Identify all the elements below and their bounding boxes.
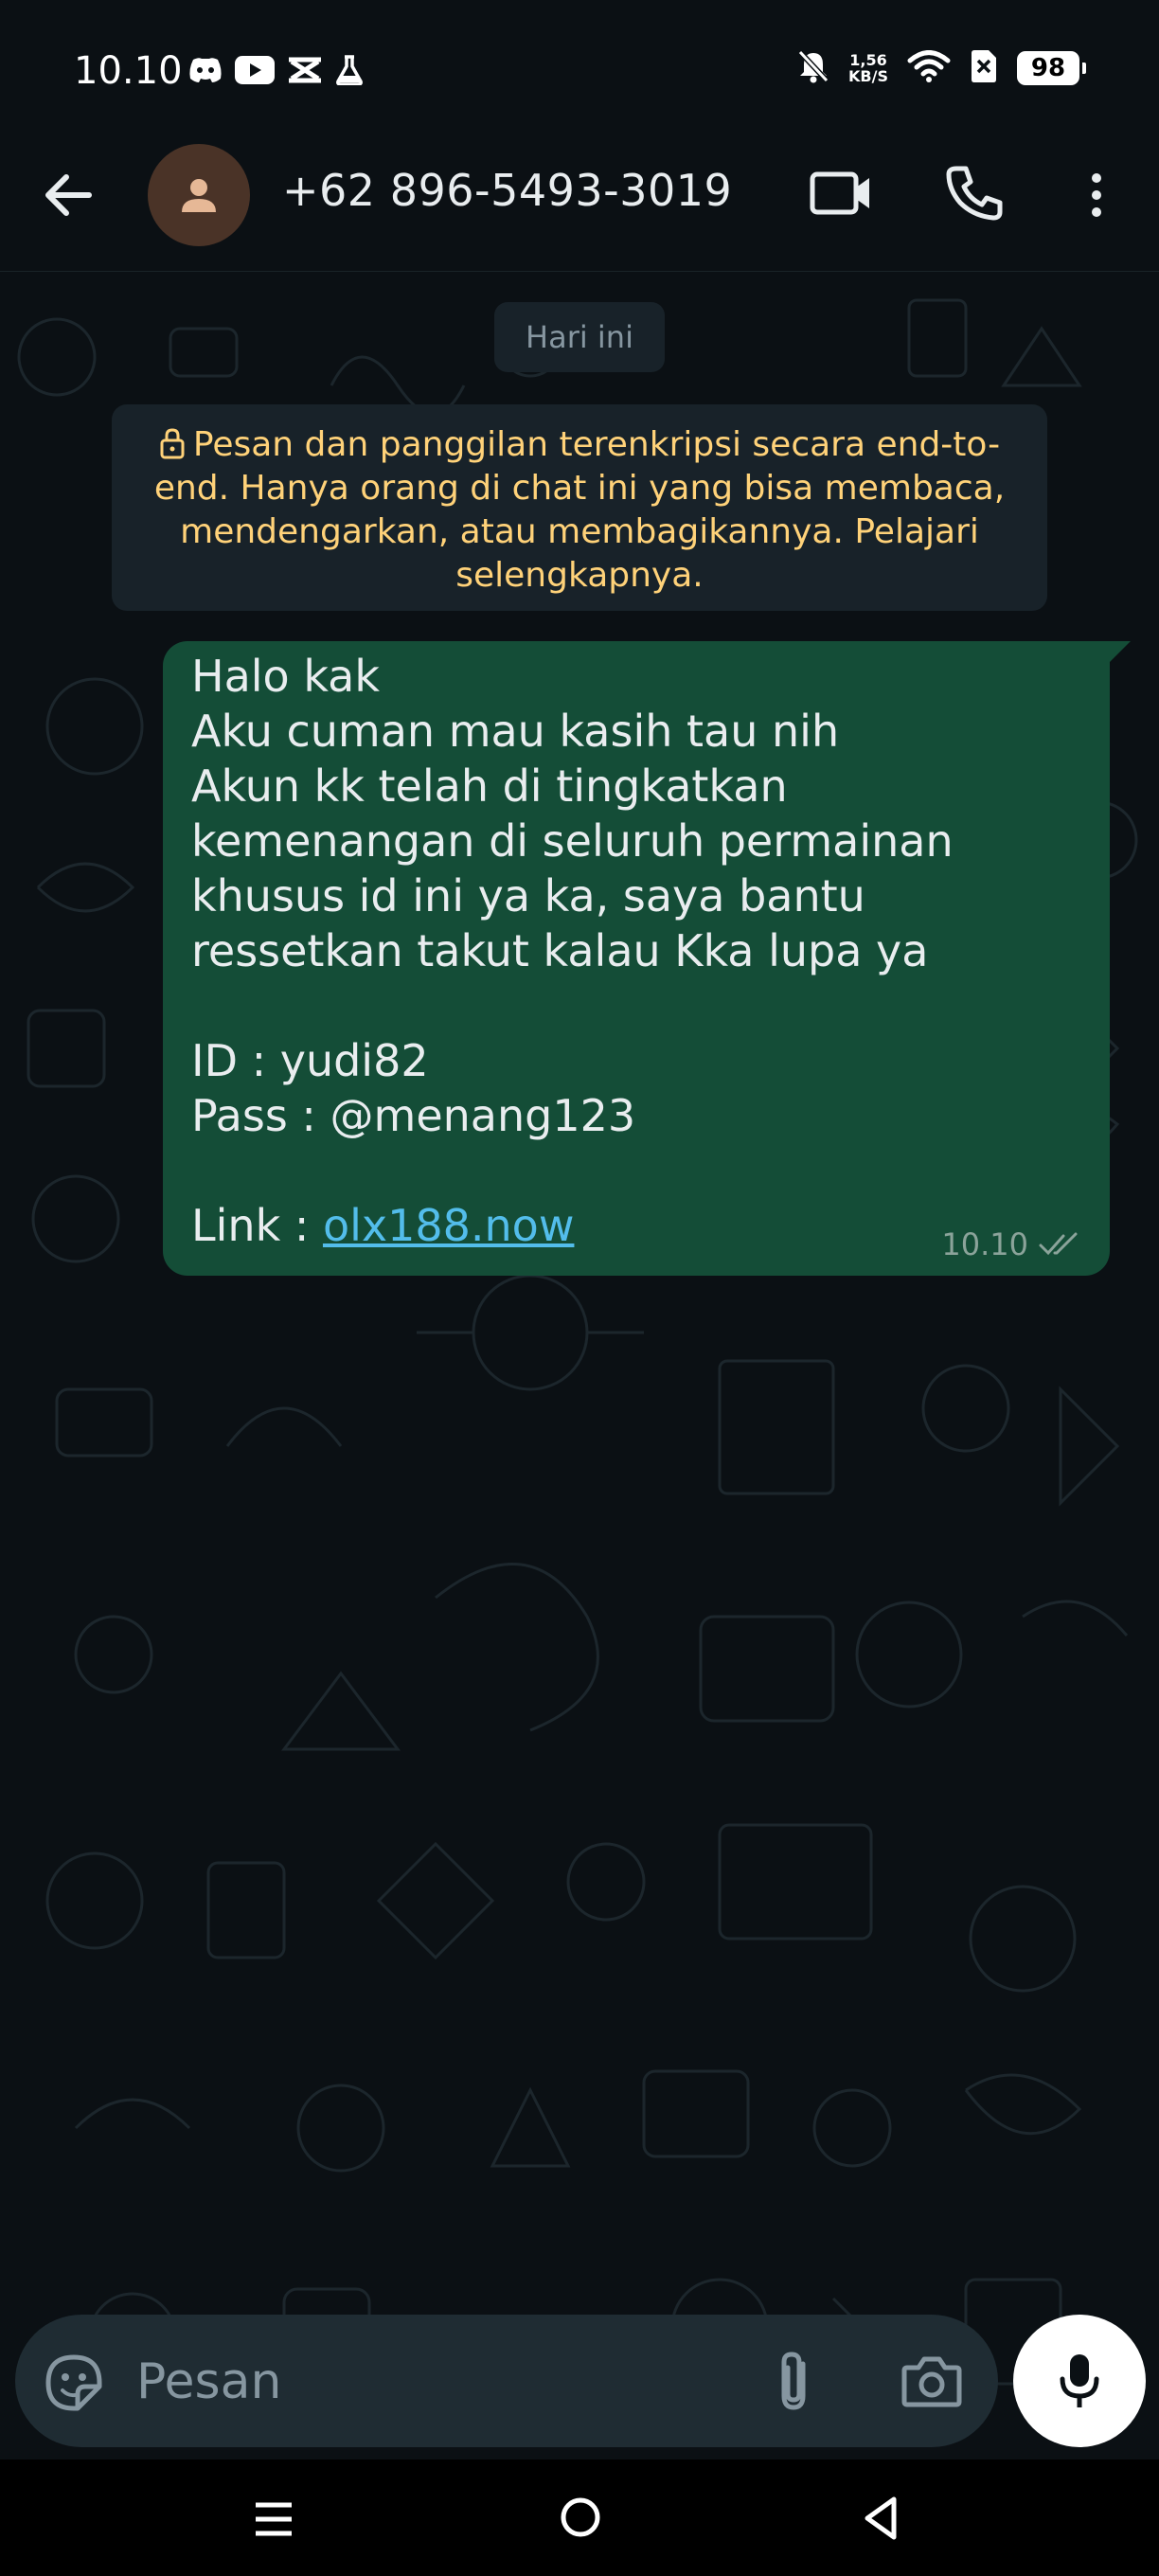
voice-message-button[interactable]: [1013, 2315, 1146, 2447]
encryption-notice[interactable]: Pesan dan panggilan terenkripsi secara e…: [112, 404, 1047, 611]
capcut-icon: [286, 56, 324, 88]
message-meta: 10.10: [941, 1226, 1085, 1262]
voice-call-button[interactable]: [943, 161, 1007, 225]
message-composer: [15, 2315, 998, 2447]
bubble-tail: [1110, 641, 1131, 662]
home-button[interactable]: [559, 2496, 602, 2539]
message-line: [191, 1143, 1081, 1198]
nav-back-button[interactable]: [860, 2494, 903, 2543]
back-triangle-icon: [865, 2496, 897, 2540]
message-line: Pass : @menang123: [191, 1090, 636, 1141]
microphone-icon: [1060, 2354, 1099, 2407]
flask-icon: [335, 55, 364, 89]
encryption-notice-text: Pesan dan panggilan terenkripsi secara e…: [153, 425, 1006, 595]
message-link[interactable]: olx188.now: [323, 1200, 575, 1251]
attach-button[interactable]: [771, 2349, 818, 2415]
contact-avatar[interactable]: [148, 144, 250, 246]
more-options-button[interactable]: [1079, 165, 1114, 225]
system-status-icons: 1,56 KB/S 98: [797, 49, 1086, 87]
message-line: Aku cuman mau kasih tau nih: [191, 706, 840, 757]
video-call-icon: [810, 171, 869, 215]
message-line: [191, 978, 1081, 1033]
message-text: Halo kak Aku cuman mau kasih tau nih Aku…: [191, 649, 1081, 1253]
lock-icon: [160, 428, 185, 459]
phone-call-icon: [946, 166, 1003, 221]
youtube-icon: [235, 56, 275, 88]
chat-area[interactable]: Hari ini Pesan dan panggilan terenkripsi…: [0, 272, 1159, 2460]
outgoing-message-bubble[interactable]: Halo kak Aku cuman mau kasih tau nih Aku…: [163, 641, 1110, 1276]
sticker-button[interactable]: [44, 2352, 104, 2413]
home-circle-icon: [561, 2497, 600, 2537]
bell-off-icon: [797, 49, 829, 87]
message-line: ID : yudi82: [191, 1035, 429, 1086]
sticker-icon: [45, 2354, 102, 2411]
network-speed-unit: KB/S: [848, 67, 888, 85]
status-time: 10.10: [74, 49, 183, 93]
notification-icons: [187, 55, 364, 89]
message-line: Halo kak: [191, 651, 380, 702]
default-avatar-icon: [182, 179, 216, 212]
link-prefix: Link :: [191, 1200, 323, 1251]
chat-header: +62 896-5493-3019: [0, 142, 1159, 272]
message-line: ressetkan takut kalau Kka lupa ya: [191, 925, 929, 976]
back-button[interactable]: [38, 165, 98, 225]
sim-off-icon: [970, 49, 998, 87]
back-arrow-icon: [45, 174, 92, 216]
video-call-button[interactable]: [807, 163, 879, 224]
recents-menu-icon: [256, 2502, 292, 2536]
camera-button[interactable]: [901, 2354, 962, 2407]
battery-icon: 98: [1017, 51, 1086, 85]
message-input[interactable]: [134, 2343, 744, 2421]
message-line: khusus id ini ya ka, saya bantu: [191, 870, 865, 921]
contact-name[interactable]: +62 896-5493-3019: [282, 165, 732, 216]
more-vertical-icon: [1092, 173, 1101, 217]
network-speed: 1,56 KB/S: [848, 52, 888, 84]
recents-button[interactable]: [250, 2496, 297, 2543]
message-line: Akun kk telah di tingkatkan: [191, 760, 788, 812]
status-bar: 10.10 1,56 KB/S 98: [0, 0, 1159, 142]
message-line: kemenangan di seluruh permainan: [191, 815, 954, 867]
double-check-icon: [1039, 1232, 1078, 1256]
discord-icon: [187, 56, 223, 88]
system-nav-bar: [0, 2460, 1159, 2576]
date-chip: Hari ini: [494, 302, 665, 372]
paperclip-icon: [781, 2352, 806, 2410]
wifi-icon: [907, 50, 951, 86]
message-time: 10.10: [941, 1226, 1028, 1262]
camera-icon: [901, 2356, 962, 2407]
